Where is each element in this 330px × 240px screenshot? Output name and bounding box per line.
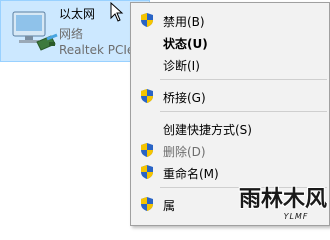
network-adapter-icon [12, 11, 58, 51]
menu-item-disable[interactable]: 禁用(B) [131, 9, 329, 31]
adapter-name: 以太网 [59, 7, 96, 21]
menu-item-label: 禁用(B) [163, 15, 205, 29]
menu-item-label: 诊断(I) [163, 59, 200, 73]
menu-item-label: 状态(U) [163, 37, 208, 51]
menu-item-label: 重命名(M) [163, 167, 219, 181]
menu-item-label: 创建快捷方式(S) [163, 123, 252, 137]
mouse-cursor-icon [110, 2, 124, 22]
svg-text:YLMF: YLMF [284, 212, 309, 221]
adapter-device: Realtek PCIe [59, 43, 135, 57]
menu-item-diagnose[interactable]: 诊断(I) [131, 53, 329, 75]
uac-shield-icon [141, 165, 153, 179]
menu-item-bridge[interactable]: 桥接(G) [131, 85, 329, 107]
menu-item-label: 属 [163, 199, 176, 213]
menu-item-status[interactable]: 状态(U) [131, 31, 329, 53]
uac-shield-icon [141, 89, 153, 103]
menu-separator [160, 79, 327, 80]
ylmf-watermark-logo: 雨林木风 YLMF [238, 186, 328, 221]
network-adapter-item[interactable]: 以太网 网络 Realtek PCIe [0, 0, 150, 62]
uac-shield-icon [141, 13, 153, 27]
svg-text:雨林木风: 雨林木风 [239, 187, 327, 212]
adapter-status: 网络 [59, 27, 84, 41]
menu-item-create-shortcut[interactable]: 创建快捷方式(S) [131, 117, 329, 139]
uac-shield-icon [141, 197, 153, 211]
menu-item-label: 桥接(G) [163, 91, 206, 105]
menu-item-delete[interactable]: 删除(D) [131, 139, 329, 161]
menu-separator [160, 111, 327, 112]
uac-shield-icon [141, 143, 153, 157]
menu-item-label: 删除(D) [163, 145, 206, 159]
